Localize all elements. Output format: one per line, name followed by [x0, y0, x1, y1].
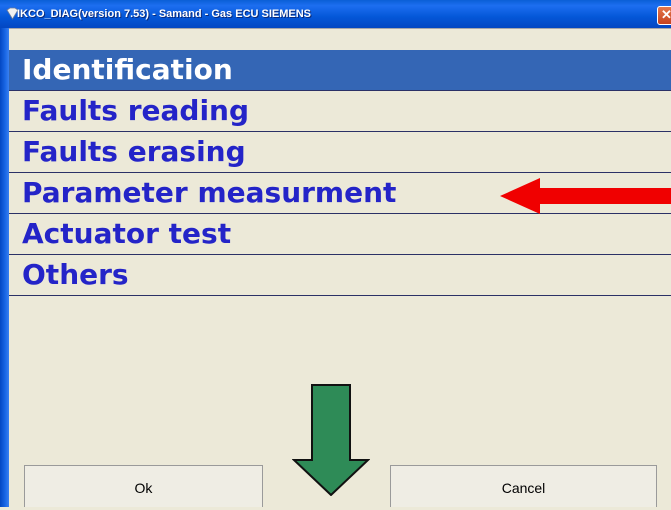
- red-arrow-annotation: [500, 178, 671, 214]
- close-icon: ✕: [661, 7, 671, 22]
- menu-item-identification[interactable]: Identification: [9, 50, 671, 91]
- cancel-button[interactable]: Cancel: [390, 465, 657, 507]
- function-menu: Identification Faults reading Faults era…: [9, 50, 671, 296]
- title-bar[interactable]: IKCO_DIAG(version 7.53) - Samand - Gas E…: [0, 0, 671, 28]
- ok-button[interactable]: Ok: [24, 465, 263, 507]
- green-arrow-annotation: [292, 384, 370, 496]
- menu-item-actuator-test[interactable]: Actuator test: [9, 214, 671, 255]
- menu-item-others[interactable]: Others: [9, 255, 671, 296]
- close-button[interactable]: ✕: [657, 6, 671, 25]
- window-title: IKCO_DIAG(version 7.53) - Samand - Gas E…: [17, 8, 312, 20]
- window-frame-left: [0, 28, 9, 507]
- menu-item-faults-reading[interactable]: Faults reading: [9, 91, 671, 132]
- menu-item-faults-erasing[interactable]: Faults erasing: [9, 132, 671, 173]
